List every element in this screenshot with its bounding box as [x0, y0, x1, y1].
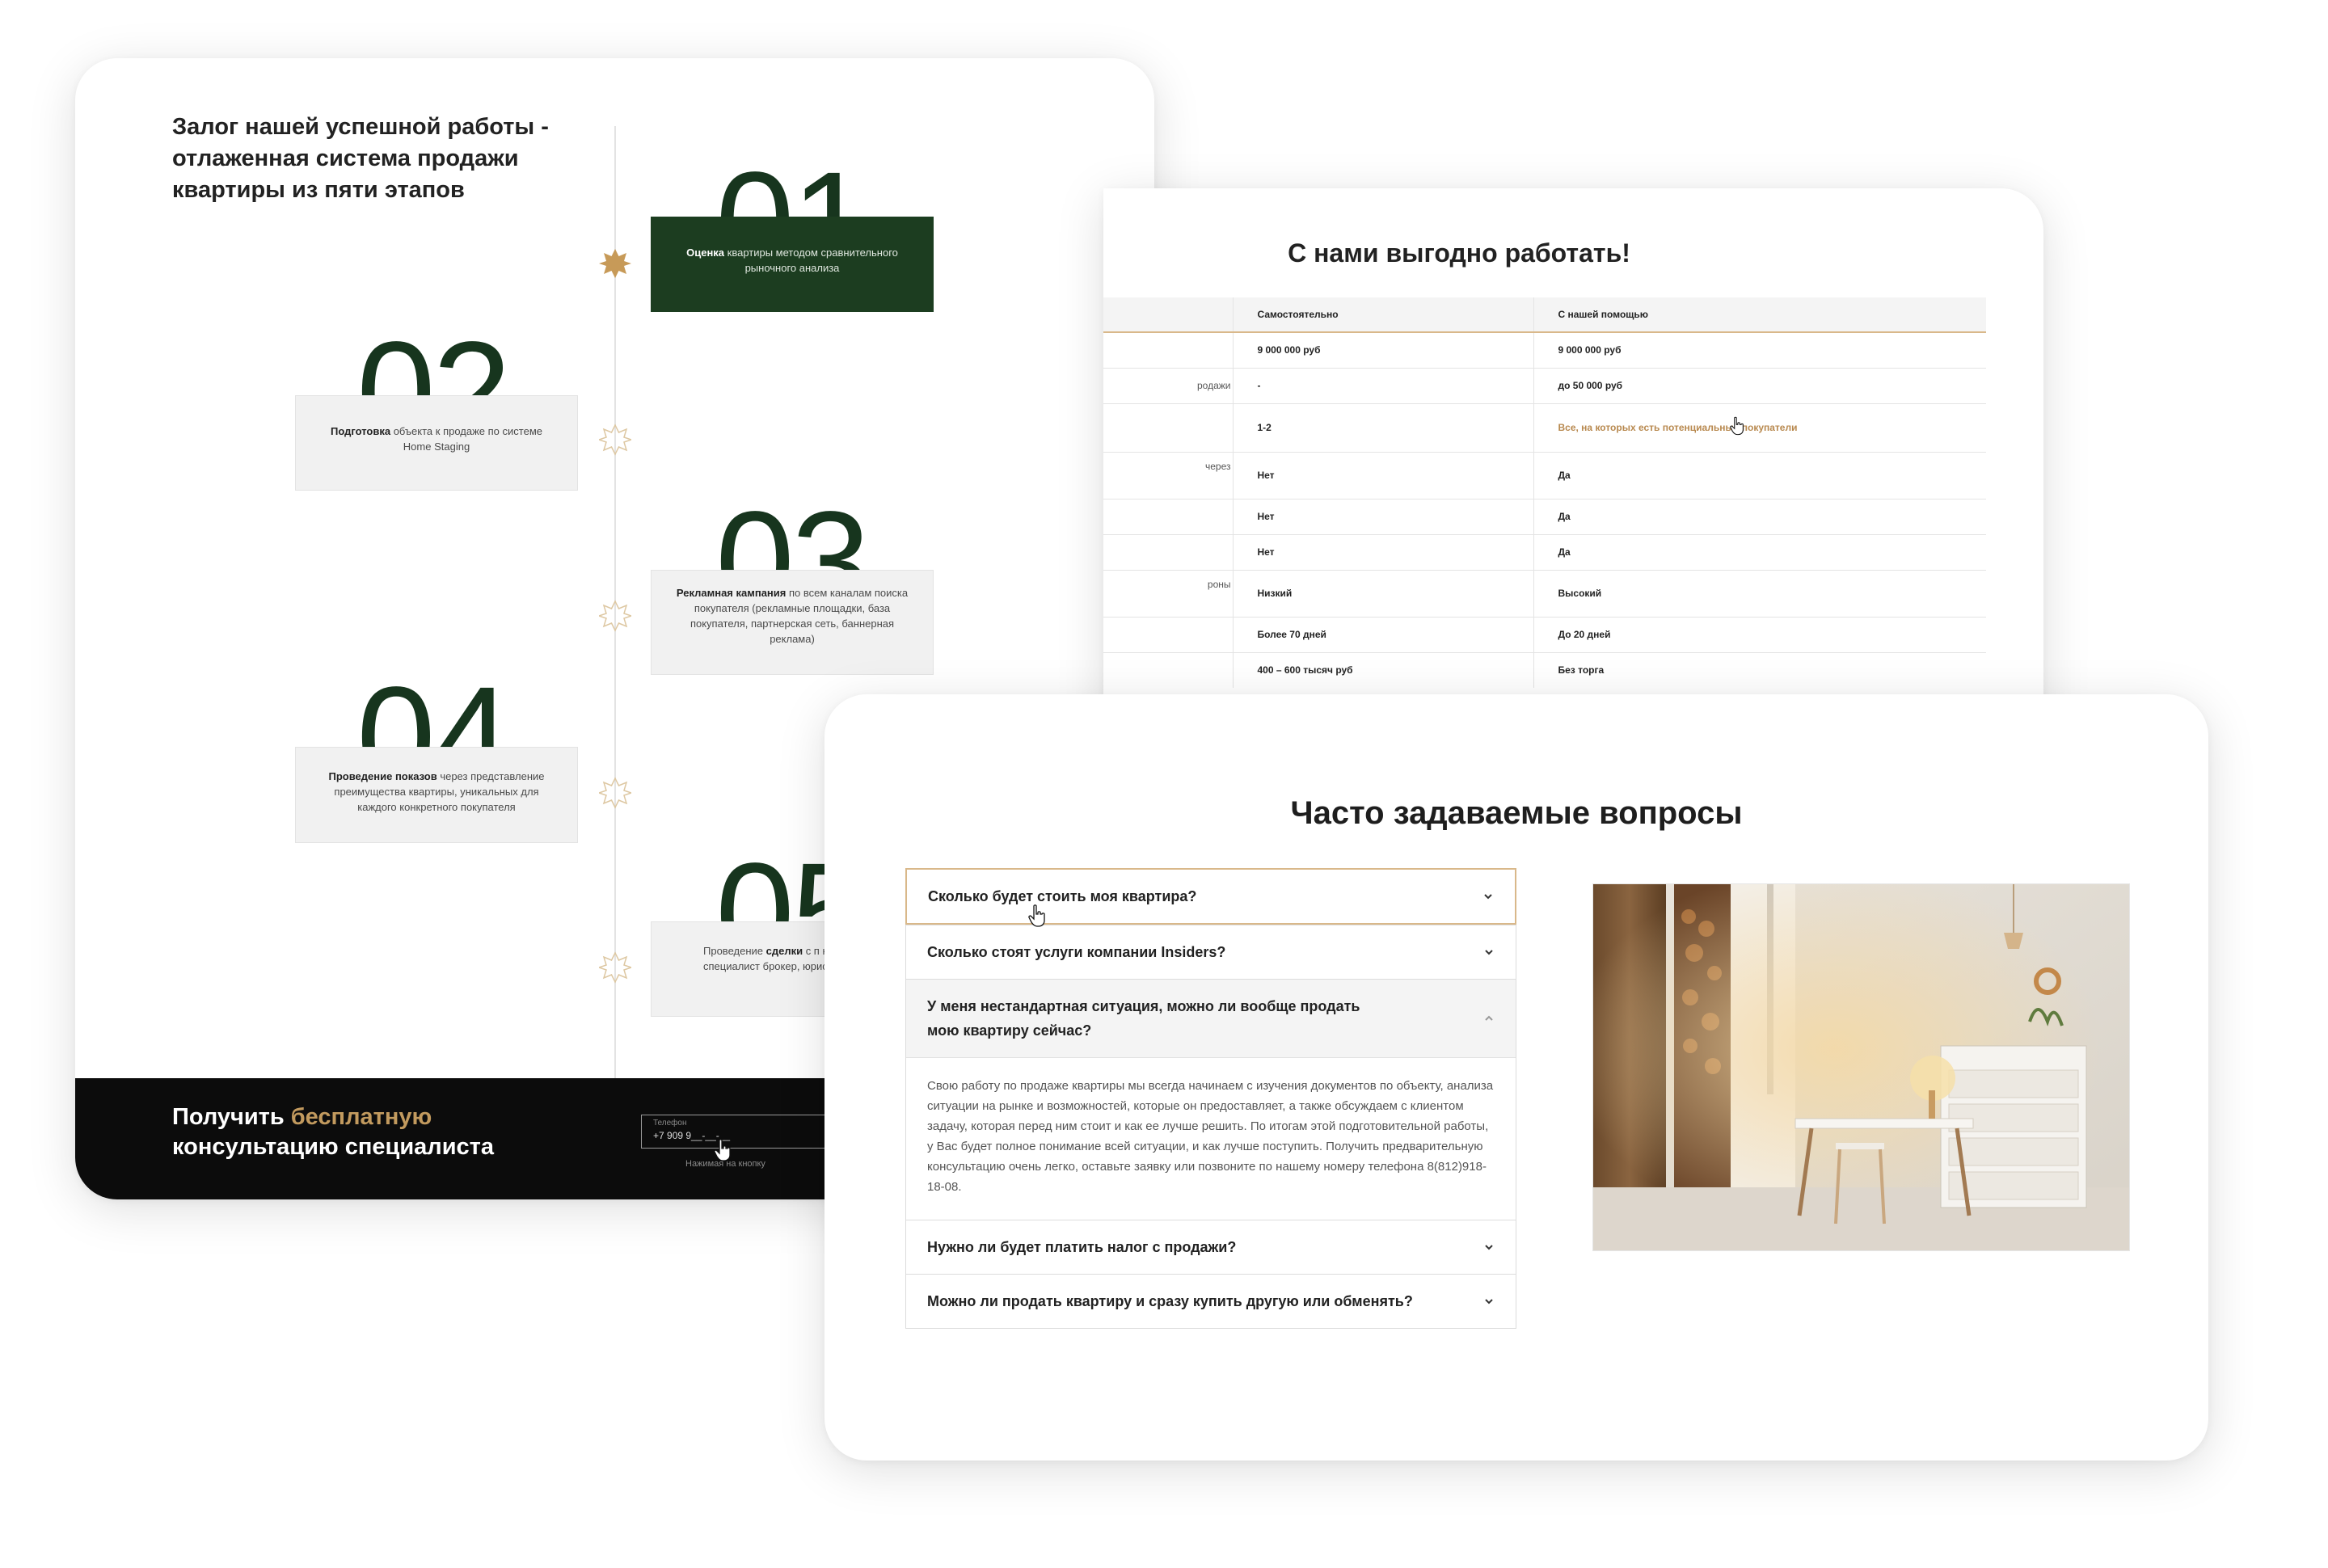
comparison-table: Самостоятельно С нашей помощью 9 000 000…: [1103, 297, 1986, 688]
faq-question[interactable]: У меня нестандартная ситуация, можно ли …: [906, 980, 1516, 1058]
faq-question-text: Нужно ли будет платить налог с продажи?: [927, 1239, 1237, 1255]
param-cell: [1103, 403, 1233, 453]
with-us-cell: Да: [1533, 452, 1986, 499]
self-cell: Низкий: [1232, 570, 1533, 618]
stage-text: Проведение: [703, 945, 766, 957]
faq-question[interactable]: Сколько будет стоить моя квартира?: [907, 870, 1515, 923]
faq-answer: Свою работу по продаже квартиры мы всегд…: [927, 1079, 1494, 1194]
cta-title-suffix: консультацию специалиста: [172, 1134, 495, 1160]
phone-input[interactable]: Телефон +7 909 9__-__-__: [641, 1115, 851, 1149]
with-us-cell: Высокий: [1533, 570, 1986, 618]
chevron-down-icon: [1483, 1241, 1495, 1253]
table-row: Нет Да: [1103, 534, 1986, 571]
chevron-down-icon: [1482, 891, 1494, 902]
chevron-down-icon: [1483, 946, 1495, 958]
table-row: Нет Да: [1103, 499, 1986, 535]
table-header-row: Самостоятельно С нашей помощью: [1103, 297, 1986, 333]
interior-photo: [1592, 883, 2130, 1251]
phone-value[interactable]: +7 909 9__-__-__: [653, 1129, 839, 1142]
stage-card-3: Рекламная кампания по всем каналам поиск…: [651, 570, 934, 675]
stage-bold: Рекламная кампания: [676, 587, 787, 599]
faq-question-text: Сколько стоят услуги компании Insiders?: [927, 944, 1226, 960]
stage-bold: Оценка: [686, 247, 725, 259]
param-cell: [1103, 332, 1233, 369]
self-cell: 9 000 000 руб: [1232, 332, 1533, 369]
param-cell: [1103, 617, 1233, 653]
star-outline-icon: [599, 777, 631, 809]
faq-item[interactable]: Можно ли продать квартиру и сразу купить…: [905, 1274, 1516, 1329]
cta-title-accent: бесплатную: [290, 1104, 432, 1130]
cta-title-prefix: Получить: [172, 1104, 291, 1130]
stages-heading: Залог нашей успешной работы - отлаженная…: [172, 114, 549, 203]
star-outline-icon: [599, 600, 631, 632]
self-cell: Нет: [1232, 534, 1533, 571]
param-cell: роны: [1103, 570, 1233, 618]
stage-text: квартиры методом сравнительного рыночног…: [724, 247, 898, 274]
stage-bold: Подготовка: [330, 425, 391, 437]
table-row: Более 70 дней До 20 дней: [1103, 617, 1986, 653]
consultation-title: Получить бесплатную консультацию специал…: [172, 1102, 593, 1162]
star-outline-icon: [599, 424, 631, 456]
stage-bold: сделки: [765, 945, 803, 957]
hand-cursor-icon: [1730, 416, 1744, 436]
faq-item[interactable]: Сколько будет стоить моя квартира?: [905, 868, 1516, 925]
phone-label: Телефон: [653, 1119, 687, 1128]
header-cell: [1103, 297, 1233, 333]
with-us-cell: Да: [1533, 499, 1986, 535]
self-cell: -: [1232, 368, 1533, 404]
param-cell: [1103, 534, 1233, 571]
table-row: 400 – 600 тысяч руб Без торга: [1103, 652, 1986, 688]
faq-question[interactable]: Можно ли продать квартиру и сразу купить…: [906, 1275, 1516, 1328]
faq-card: Часто задаваемые вопросы Сколько будет с…: [824, 694, 2208, 1461]
faq-item[interactable]: Сколько стоят услуги компании Insiders?: [905, 925, 1516, 979]
faq-question-text: Сколько будет стоить моя квартира?: [928, 888, 1197, 904]
self-cell: Нет: [1232, 499, 1533, 535]
interior-photo-illustration: [1593, 884, 2129, 1250]
comparison-card: С нами выгодно работать! Самостоятельно …: [1103, 188, 2043, 754]
stage-text: объекта к продаже по системе Home Stagin…: [390, 425, 542, 453]
star-outline-icon: [599, 951, 631, 984]
with-us-cell: до 50 000 руб: [1533, 368, 1986, 404]
faq-accordion: Сколько будет стоить моя квартира? Сколь…: [905, 868, 1516, 1329]
with-us-link-cell[interactable]: Все, на которых есть потенциальные покуп…: [1533, 403, 1986, 453]
chevron-down-icon: [1483, 1296, 1495, 1307]
star-filled-icon: [599, 247, 631, 280]
header-cell: С нашей помощью: [1533, 297, 1986, 333]
param-cell: через: [1103, 452, 1233, 499]
table-row: роны Низкий Высокий: [1103, 570, 1986, 618]
faq-question[interactable]: Сколько стоят услуги компании Insiders?: [906, 925, 1516, 979]
self-cell: 400 – 600 тысяч руб: [1232, 652, 1533, 688]
faq-title: Часто задаваемые вопросы: [1290, 795, 1743, 831]
param-cell: родажи: [1103, 368, 1233, 404]
chevron-up-icon: [1483, 1013, 1495, 1024]
param-cell: [1103, 652, 1233, 688]
stage-card-2: Подготовка объекта к продаже по системе …: [295, 395, 578, 491]
with-us-cell: До 20 дней: [1533, 617, 1986, 653]
faq-question[interactable]: Нужно ли будет платить налог с продажи?: [906, 1220, 1516, 1274]
table-row: 1-2 Все, на которых есть потенциальные п…: [1103, 403, 1986, 453]
stage-card-4: Проведение показов через представление п…: [295, 747, 578, 843]
self-cell: Более 70 дней: [1232, 617, 1533, 653]
hand-cursor-icon: [1028, 904, 1046, 927]
with-us-cell: Да: [1533, 534, 1986, 571]
with-us-cell: Без торга: [1533, 652, 1986, 688]
faq-item-open[interactable]: У меня нестандартная ситуация, можно ли …: [905, 979, 1516, 1220]
table-row: через Нет Да: [1103, 452, 1986, 499]
comparison-title: С нами выгодно работать!: [1288, 238, 1630, 268]
table-row: родажи - до 50 000 руб: [1103, 368, 1986, 404]
faq-question-text: У меня нестандартная ситуация, можно ли …: [927, 998, 1360, 1039]
table-row: 9 000 000 руб 9 000 000 руб: [1103, 332, 1986, 369]
stage-bold: Проведение показов: [328, 770, 437, 782]
self-cell: Нет: [1232, 452, 1533, 499]
self-cell: 1-2: [1232, 403, 1533, 453]
header-cell: Самостоятельно: [1232, 297, 1533, 333]
faq-item[interactable]: Нужно ли будет платить налог с продажи?: [905, 1220, 1516, 1274]
param-cell: [1103, 499, 1233, 535]
hand-cursor-icon: [714, 1139, 732, 1161]
stage-card-1: Оценка квартиры методом сравнительного р…: [651, 217, 934, 312]
with-us-cell: 9 000 000 руб: [1533, 332, 1986, 369]
faq-question-text: Можно ли продать квартиру и сразу купить…: [927, 1293, 1413, 1309]
